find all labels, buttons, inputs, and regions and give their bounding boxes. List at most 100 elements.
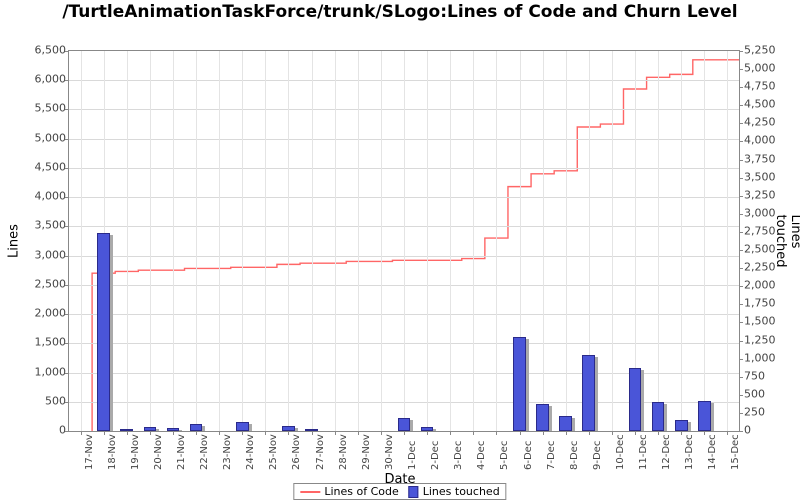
bar-lines-touched: [582, 355, 595, 431]
legend-item-lines-touched: Lines touched: [409, 485, 500, 498]
y2-tick-label: 2,250: [744, 261, 796, 274]
bar-swatch-icon: [409, 486, 419, 498]
y2-tick-label: 2,750: [744, 224, 796, 237]
x-tick-label: 23-Nov: [222, 434, 233, 470]
x-tick-label: 1-Dec: [407, 441, 418, 470]
legend-label: Lines touched: [423, 485, 500, 498]
x-tick-label: 29-Nov: [361, 434, 372, 470]
y2-tick-label: 1,500: [744, 315, 796, 328]
y2-tick-label: 2,500: [744, 243, 796, 256]
y2-tick-label: 3,000: [744, 206, 796, 219]
x-tick-label: 30-Nov: [384, 434, 395, 470]
gridline: [473, 51, 474, 431]
gridline: [450, 51, 451, 431]
x-tick-label: 27-Nov: [315, 434, 326, 470]
y2-axis-title: Lines touched: [773, 215, 800, 268]
y2-tick-label: 750: [744, 369, 796, 382]
bar-lines-touched: [282, 426, 295, 431]
gridline: [358, 51, 359, 431]
legend-item-lines-of-code: Lines of Code: [300, 485, 398, 498]
x-tick-label: 9-Dec: [592, 441, 603, 470]
y1-tick-label: 3,500: [6, 219, 66, 232]
y1-tick-label: 1,500: [6, 336, 66, 349]
bar-lines-touched: [190, 424, 203, 431]
y2-tick-label: 1,250: [744, 333, 796, 346]
y2-tick-label: 3,500: [744, 170, 796, 183]
y1-tick-label: 2,500: [6, 277, 66, 290]
x-tick-label: 15-Dec: [730, 434, 741, 470]
gridline: [265, 51, 266, 431]
y2-tick-label: 500: [744, 387, 796, 400]
y2-tick-label: 1,000: [744, 351, 796, 364]
x-tick-label: 18-Nov: [107, 434, 118, 470]
x-tick-label: 10-Dec: [615, 434, 626, 470]
bar-lines-touched: [167, 428, 180, 431]
gridline: [404, 51, 405, 431]
bar-lines-touched: [629, 368, 642, 431]
y1-tick-label: 5,000: [6, 131, 66, 144]
x-tick-label: 25-Nov: [268, 434, 279, 470]
y1-tick-label: 3,000: [6, 248, 66, 261]
x-tick-label: 24-Nov: [245, 434, 256, 470]
gridline: [150, 51, 151, 431]
y2-tick-label: 4,500: [744, 98, 796, 111]
y1-tick-label: 500: [6, 394, 66, 407]
gridline: [612, 51, 613, 431]
gridline: [127, 51, 128, 431]
legend-label: Lines of Code: [324, 485, 398, 498]
bar-lines-touched: [305, 429, 318, 431]
gridline: [288, 51, 289, 431]
y2-tick-label: 4,250: [744, 116, 796, 129]
bar-lines-touched: [144, 427, 157, 431]
y1-tick-label: 4,000: [6, 190, 66, 203]
x-tick-label: 12-Dec: [661, 434, 672, 470]
x-tick-label: 2-Dec: [430, 441, 441, 470]
x-tick-label: 26-Nov: [291, 434, 302, 470]
y2-tick-label: 5,000: [744, 62, 796, 75]
bar-lines-touched: [97, 233, 110, 431]
bar-lines-touched: [536, 404, 549, 432]
y1-tick-label: 2,000: [6, 307, 66, 320]
gridline: [381, 51, 382, 431]
bar-lines-touched: [513, 337, 526, 431]
x-tick-label: 4-Dec: [476, 441, 487, 470]
chart-title: /TurtleAnimationTaskForce/trunk/SLogo:Li…: [0, 3, 800, 23]
x-tick-label: 14-Dec: [707, 434, 718, 470]
plot-area: [68, 50, 740, 432]
gridline: [727, 51, 728, 431]
line-swatch-icon: [300, 491, 320, 493]
gridline: [566, 51, 567, 431]
bar-lines-touched: [652, 402, 665, 431]
y2-tick-label: 5,250: [744, 44, 796, 57]
bar-lines-touched: [236, 422, 249, 431]
gridline: [81, 51, 82, 431]
bar-lines-touched: [421, 427, 434, 431]
x-tick-label: 3-Dec: [453, 441, 464, 470]
x-tick-label: 19-Nov: [130, 434, 141, 470]
loc-churn-chart: /TurtleAnimationTaskForce/trunk/SLogo:Li…: [0, 0, 800, 500]
x-tick-label: 11-Dec: [638, 434, 649, 470]
y2-tick-label: 4,750: [744, 80, 796, 93]
gridline: [681, 51, 682, 431]
gridline: [196, 51, 197, 431]
y1-tick-label: 4,500: [6, 160, 66, 173]
x-tick-label: 8-Dec: [569, 441, 580, 470]
gridline: [219, 51, 220, 431]
y2-tick-label: 2,000: [744, 279, 796, 292]
bar-lines-touched: [398, 418, 411, 431]
y1-tick-label: 5,500: [6, 102, 66, 115]
gridline: [335, 51, 336, 431]
bar-lines-touched: [559, 416, 572, 431]
gridline: [427, 51, 428, 431]
gridline: [173, 51, 174, 431]
gridline: [543, 51, 544, 431]
gridline: [242, 51, 243, 431]
x-tick-label: 17-Nov: [84, 434, 95, 470]
gridline: [496, 51, 497, 431]
gridline: [658, 51, 659, 431]
bar-lines-touched: [698, 401, 711, 431]
y2-tick-label: 3,250: [744, 188, 796, 201]
y2-tick-label: 4,000: [744, 134, 796, 147]
y2-tick-label: 1,750: [744, 297, 796, 310]
bar-lines-touched: [120, 429, 133, 431]
